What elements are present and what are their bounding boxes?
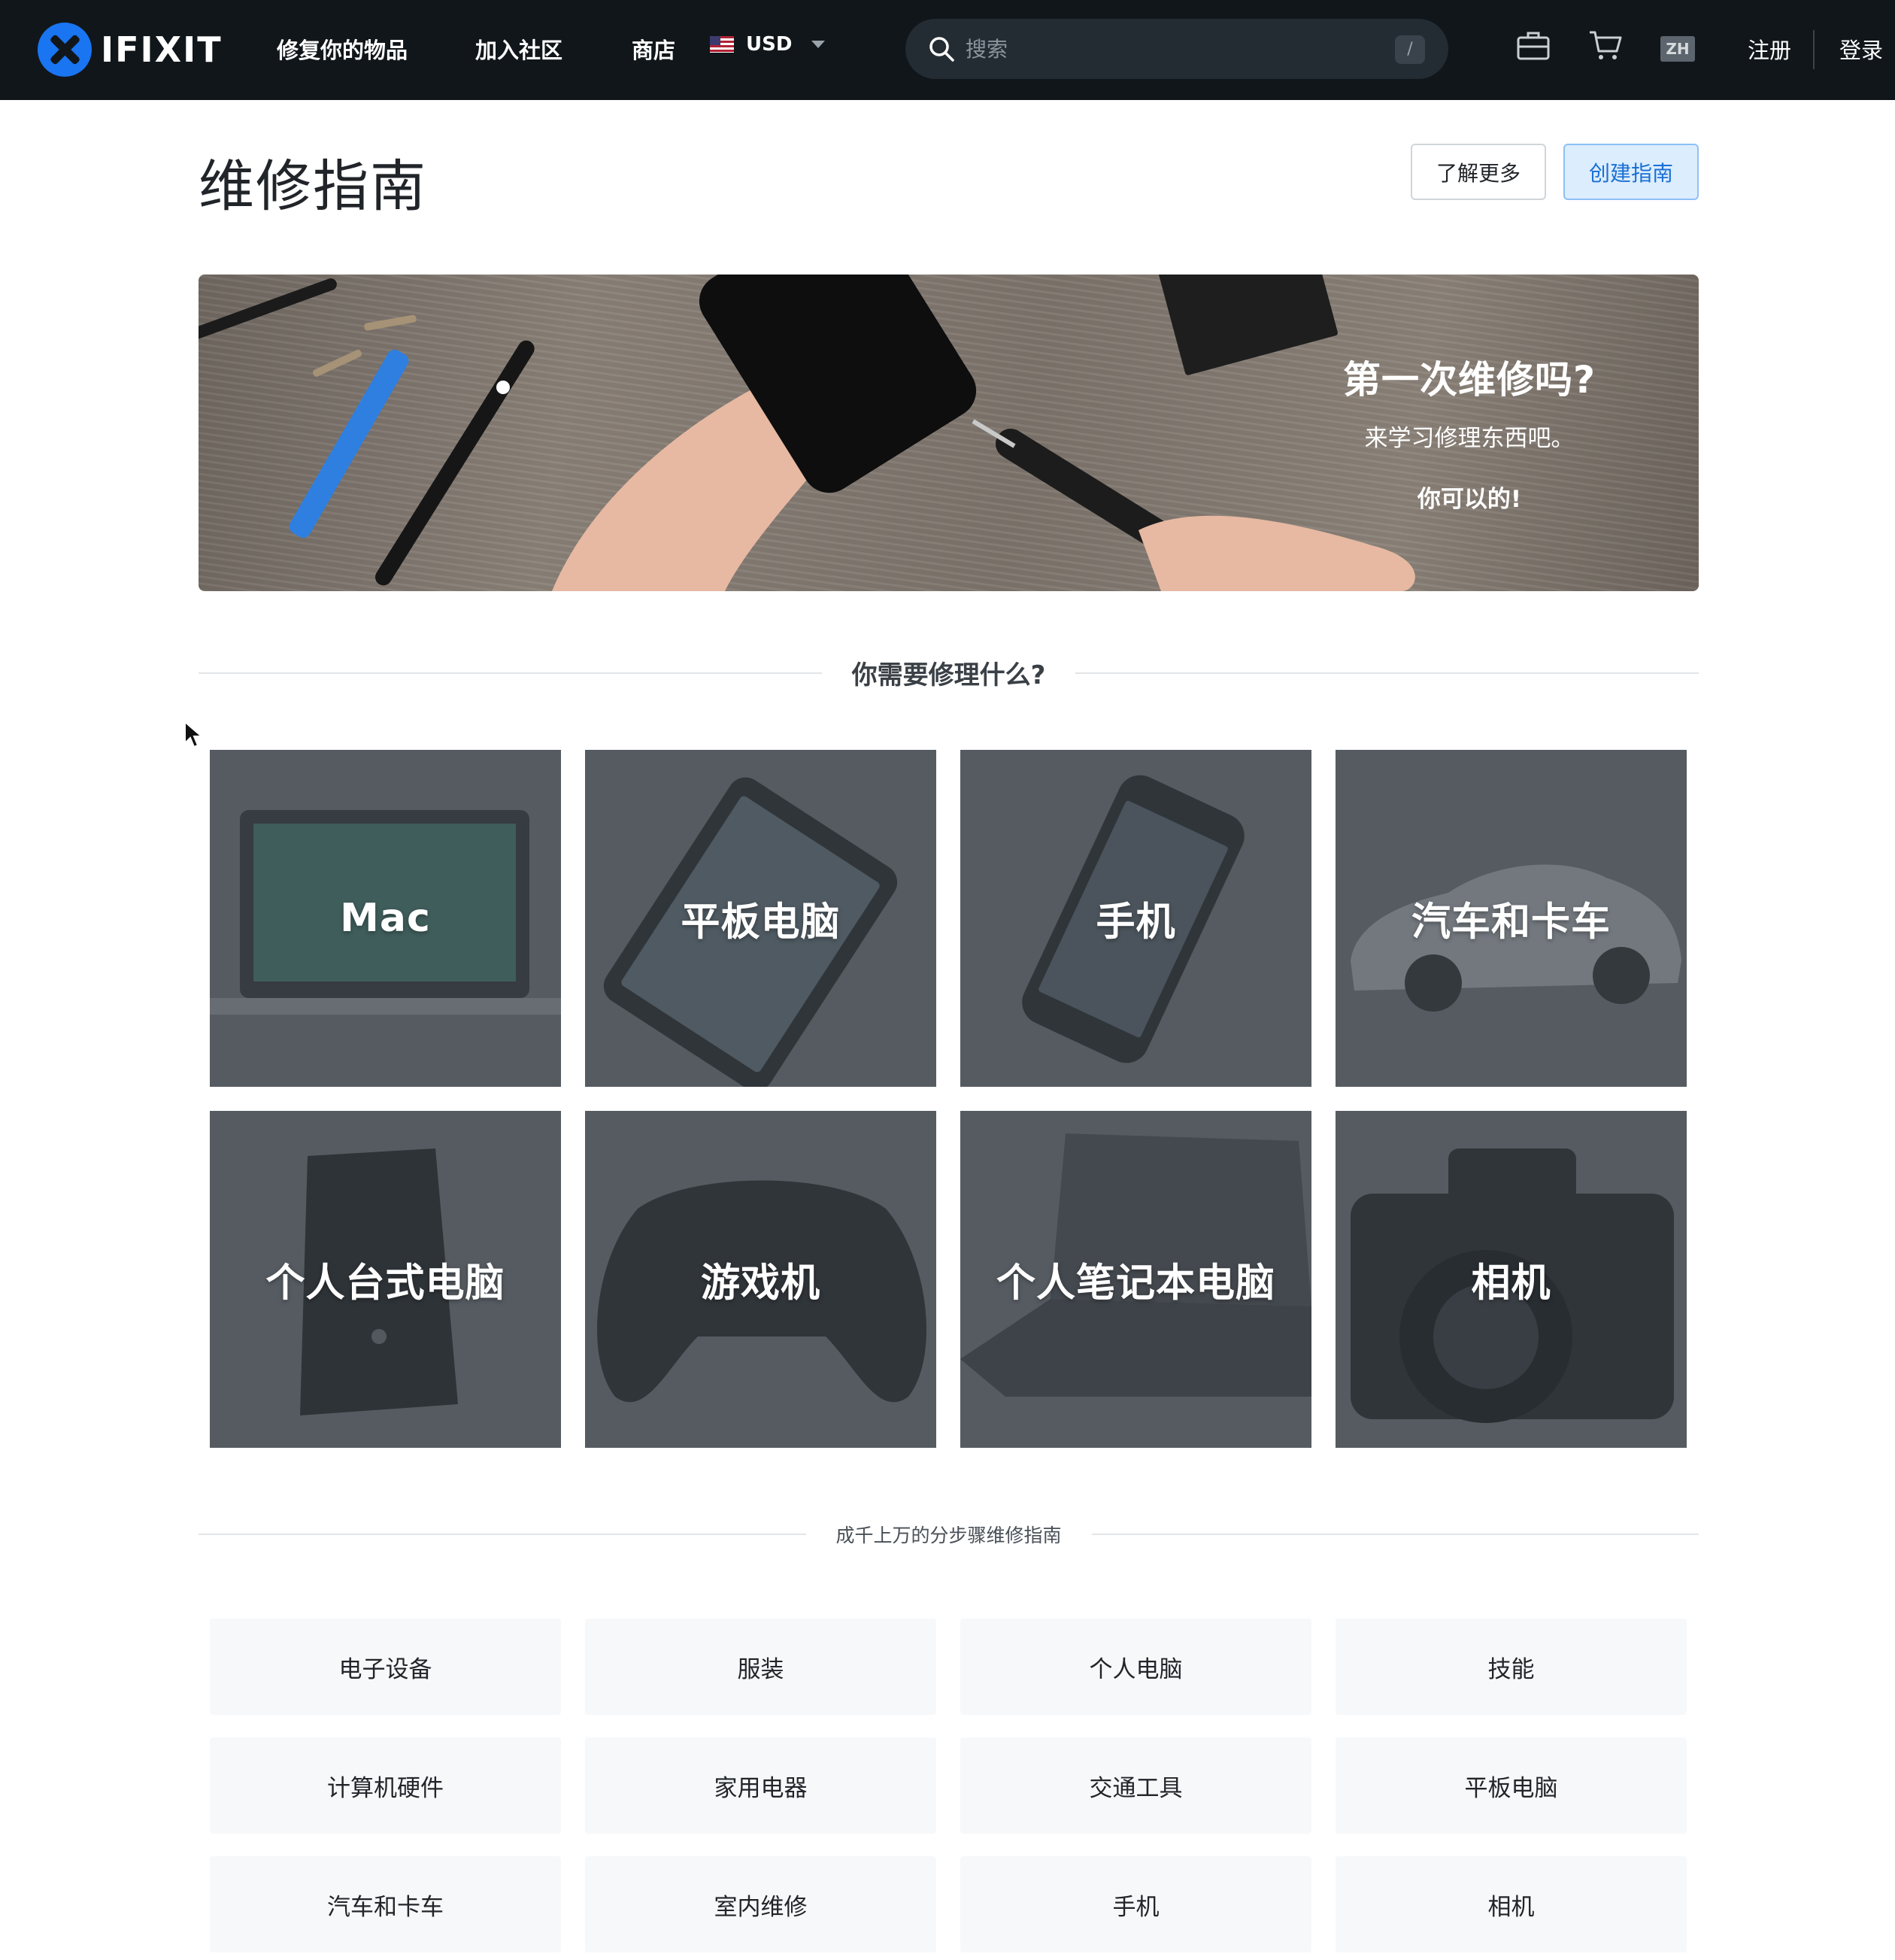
cart-icon[interactable] — [1588, 29, 1623, 63]
search-icon — [929, 37, 954, 62]
category-label: 相机 — [1471, 1261, 1551, 1306]
guides-heading-divider: 成千上万的分步骤维修指南 — [199, 1521, 1699, 1548]
logo-text: IFIXIT — [101, 29, 223, 70]
divider-line — [1075, 672, 1699, 674]
category-label: 游戏机 — [700, 1261, 820, 1306]
currency-label: USD — [746, 33, 793, 56]
nav-link-fix-your-stuff[interactable]: 修复你的物品 — [277, 33, 408, 65]
language-selector[interactable]: ZH — [1660, 36, 1695, 62]
nav-link-join-community[interactable]: 加入社区 — [475, 33, 562, 65]
ifixit-logo[interactable]: IFIXIT — [38, 21, 223, 78]
guide-link-appliances[interactable]: 家用电器 — [585, 1737, 936, 1834]
mouse-cursor-icon — [184, 721, 203, 748]
guide-link-pc[interactable]: 个人电脑 — [960, 1619, 1311, 1715]
category-tile-car-truck[interactable]: 汽车和卡车 — [1336, 750, 1687, 1087]
guide-link-car-truck[interactable]: 汽车和卡车 — [210, 1856, 561, 1952]
category-tile-mac[interactable]: Mac — [210, 750, 561, 1087]
divider-line — [199, 1534, 806, 1535]
chevron-down-icon — [811, 41, 826, 48]
category-label: 个人台式电脑 — [265, 1261, 505, 1306]
guide-category-list: 电子设备 服装 个人电脑 技能 计算机硬件 家用电器 交通工具 平板电脑 汽车和… — [210, 1619, 1688, 1952]
guide-link-apparel[interactable]: 服装 — [585, 1619, 936, 1715]
search-input[interactable] — [966, 29, 1372, 68]
category-grid: Mac 平板电脑 手机 汽车和卡车 个人台式电脑 游戏机 个人笔记本电脑 相机 — [210, 750, 1688, 1448]
divider-line — [1091, 1534, 1699, 1535]
login-link[interactable]: 登录 — [1839, 33, 1883, 65]
guide-link-skills[interactable]: 技能 — [1336, 1619, 1687, 1715]
category-tile-camera[interactable]: 相机 — [1336, 1111, 1687, 1448]
categories-heading: 你需要修理什么? — [851, 660, 1046, 690]
category-tile-desktop-pc[interactable]: 个人台式电脑 — [210, 1111, 561, 1448]
guide-link-computer-hardware[interactable]: 计算机硬件 — [210, 1737, 561, 1834]
categories-heading-divider: 你需要修理什么? — [199, 654, 1699, 691]
register-link[interactable]: 注册 — [1748, 33, 1791, 65]
guide-link-household[interactable]: 室内维修 — [585, 1856, 936, 1952]
category-label: 手机 — [1096, 900, 1176, 945]
guide-link-phone[interactable]: 手机 — [960, 1856, 1311, 1952]
category-label: 个人笔记本电脑 — [996, 1261, 1275, 1306]
ifixit-logo-icon — [38, 23, 92, 77]
category-label: 平板电脑 — [681, 900, 841, 945]
hero-title: 第一次维修吗? — [1342, 358, 1596, 402]
category-tile-game-console[interactable]: 游戏机 — [585, 1111, 936, 1448]
top-navigation-bar: IFIXIT 修复你的物品 加入社区 商店 USD / ZH 注册 登录 — [0, 0, 1895, 100]
toolbox-icon[interactable] — [1516, 29, 1551, 63]
nav-separator — [1813, 30, 1815, 69]
first-repair-banner[interactable]: 第一次维修吗? 来学习修理东西吧。 你可以的! — [199, 275, 1699, 591]
search-shortcut-hint: / — [1395, 35, 1425, 64]
guide-link-vehicles[interactable]: 交通工具 — [960, 1737, 1311, 1834]
currency-selector[interactable]: USD — [710, 33, 826, 56]
learn-more-button[interactable]: 了解更多 — [1411, 144, 1546, 200]
category-tile-phone[interactable]: 手机 — [960, 750, 1311, 1087]
us-flag-icon — [710, 36, 734, 53]
page-title: 维修指南 — [199, 154, 427, 219]
divider-line — [199, 672, 822, 674]
category-tile-laptop-pc[interactable]: 个人笔记本电脑 — [960, 1111, 1311, 1448]
guides-heading: 成千上万的分步骤维修指南 — [835, 1525, 1062, 1546]
category-label: Mac — [340, 896, 431, 941]
category-label: 汽车和卡车 — [1411, 900, 1611, 945]
hero-subtitle: 来学习修理东西吧。 — [1364, 425, 1575, 452]
guide-link-camera[interactable]: 相机 — [1336, 1856, 1687, 1952]
create-guide-button[interactable]: 创建指南 — [1563, 144, 1699, 200]
search-bar: / — [905, 19, 1448, 79]
guide-link-tablet[interactable]: 平板电脑 — [1336, 1737, 1687, 1834]
guide-link-electronics[interactable]: 电子设备 — [210, 1619, 561, 1715]
category-tile-tablet[interactable]: 平板电脑 — [585, 750, 936, 1087]
hero-cta-text: 你可以的! — [1417, 486, 1522, 513]
nav-link-store[interactable]: 商店 — [632, 33, 675, 65]
hero-text: 第一次维修吗? 来学习修理东西吧。 你可以的! — [1281, 350, 1657, 514]
